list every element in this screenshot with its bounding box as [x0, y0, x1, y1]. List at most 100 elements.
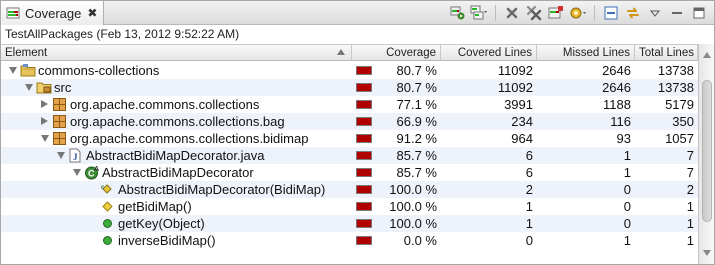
minimize-icon[interactable]	[668, 4, 686, 22]
coverage-value: 85.7 %	[396, 148, 437, 163]
public-method-icon	[100, 233, 116, 248]
table-row[interactable]: org.apache.commons.collections.bag 66.9 …	[1, 113, 698, 130]
expand-arrow-icon[interactable]	[41, 117, 48, 125]
covered-lines-value: 234	[511, 114, 533, 129]
table-row[interactable]: c AbstractBidiMapDecorator(BidiMap) 100.…	[1, 181, 698, 198]
missed-lines-value: 0	[623, 199, 631, 214]
relaunch-icon[interactable]	[448, 4, 466, 22]
package-icon	[52, 97, 68, 112]
total-lines-value: 1057	[665, 131, 694, 146]
coverage-icon	[6, 6, 20, 20]
missed-lines-value: 2646	[602, 63, 631, 78]
coverage-tab[interactable]: Coverage ✖	[1, 1, 104, 25]
scrollbar-thumb[interactable]	[702, 80, 712, 222]
total-lines-value: 2	[686, 182, 694, 197]
table-row[interactable]: getKey(Object) 100.0 % 1 0 1	[1, 215, 698, 232]
coverage-value: 0.0 %	[403, 233, 437, 248]
element-label: getKey(Object)	[118, 216, 205, 231]
close-icon[interactable]: ✖	[87, 6, 97, 20]
covered-lines-value: 2	[525, 182, 533, 197]
table-row[interactable]: org.apache.commons.collections 77.1 % 39…	[1, 96, 698, 113]
column-header-coverage[interactable]: Coverage	[352, 45, 441, 61]
table-row[interactable]: J AbstractBidiMapDecorator.java 85.7 % 6…	[1, 147, 698, 164]
missed-lines-value: 1188	[603, 97, 631, 112]
table-row[interactable]: CA AbstractBidiMapDecorator 85.7 % 6 1 7	[1, 164, 698, 181]
public-method-icon	[100, 216, 116, 231]
covered-lines-value: 11092	[497, 63, 533, 78]
svg-text:A: A	[94, 166, 99, 173]
missed-lines-value: 116	[610, 114, 631, 129]
element-label: getBidiMap()	[118, 199, 192, 214]
dump-execution-data-icon[interactable]	[547, 4, 565, 22]
coverage-bar	[356, 151, 372, 160]
missed-lines-value: 2646	[602, 80, 631, 95]
column-header-missed-lines[interactable]: Missed Lines	[537, 45, 635, 61]
missed-lines-value: 0	[623, 216, 631, 231]
expand-arrow-icon[interactable]	[57, 152, 65, 159]
column-header-element-label: Element	[5, 47, 48, 59]
element-label: AbstractBidiMapDecorator.java	[86, 148, 265, 163]
coverage-bar	[356, 117, 372, 126]
sort-ascending-icon	[337, 49, 345, 55]
column-header-covered-lines[interactable]: Covered Lines	[441, 45, 537, 61]
coverage-value: 80.7 %	[396, 80, 437, 95]
table-row[interactable]: commons-collections 80.7 % 11092 2646 13…	[1, 62, 698, 79]
column-header-total-lines[interactable]: Total Lines	[635, 45, 698, 61]
missed-lines-value: 93	[616, 131, 631, 146]
covered-lines-value: 6	[525, 148, 533, 163]
coverage-bar	[356, 236, 372, 245]
view-title-bar: Coverage ✖	[1, 1, 714, 25]
element-label: src	[54, 80, 72, 95]
total-lines-value: 7	[686, 165, 694, 180]
column-header-element[interactable]: Element	[1, 45, 352, 61]
scroll-down-icon[interactable]	[703, 250, 711, 256]
select-session-icon[interactable]	[569, 4, 587, 22]
table-header: Element Coverage Covered Lines Missed Li…	[1, 44, 698, 61]
expand-arrow-icon[interactable]	[41, 100, 48, 108]
coverage-bar	[356, 100, 372, 109]
table-row[interactable]: src 80.7 % 11092 2646 13738	[1, 79, 698, 96]
coverage-value: 100.0 %	[389, 216, 437, 231]
expand-arrow-icon[interactable]	[9, 67, 17, 74]
vertical-scrollbar[interactable]	[698, 44, 714, 264]
table-row[interactable]: getBidiMap() 100.0 % 1 0 1	[1, 198, 698, 215]
link-with-selection-icon[interactable]	[624, 4, 642, 22]
view-toolbar	[448, 4, 708, 22]
total-lines-value: 1	[686, 233, 694, 248]
svg-text:J: J	[73, 152, 78, 162]
coverage-value: 100.0 %	[389, 199, 437, 214]
table-row[interactable]: org.apache.commons.collections.bidimap 9…	[1, 130, 698, 147]
java-file-icon: J	[68, 148, 84, 163]
covered-lines-value: 11092	[497, 80, 533, 95]
merge-sessions-icon[interactable]	[470, 4, 488, 22]
covered-lines-value: 0	[525, 233, 533, 248]
coverage-value: 100.0 %	[389, 182, 437, 197]
protected-method-icon	[100, 199, 116, 214]
covered-lines-value: 1	[525, 216, 533, 231]
covered-lines-value: 1	[525, 199, 533, 214]
covered-lines-value: 964	[511, 131, 533, 146]
package-icon	[52, 114, 68, 129]
maximize-icon[interactable]	[690, 4, 708, 22]
missed-lines-value: 1	[623, 165, 631, 180]
element-label: org.apache.commons.collections	[70, 97, 260, 112]
session-label: TestAllPackages (Feb 13, 2012 9:52:22 AM…	[5, 27, 240, 41]
source-folder-icon	[36, 80, 52, 95]
class-icon: CA	[84, 165, 100, 180]
table-row[interactable]: inverseBidiMap() 0.0 % 0 1 1	[1, 232, 698, 249]
expand-arrow-icon[interactable]	[25, 84, 33, 91]
expand-arrow-icon[interactable]	[41, 135, 49, 142]
expand-arrow-icon[interactable]	[73, 169, 81, 176]
total-lines-value: 5179	[665, 97, 694, 112]
missed-lines-value: 1	[623, 148, 631, 163]
missed-lines-value: 0	[623, 182, 631, 197]
collapse-all-icon[interactable]	[602, 4, 620, 22]
view-menu-icon[interactable]	[646, 4, 664, 22]
scroll-up-icon[interactable]	[703, 52, 711, 58]
remove-all-sessions-icon[interactable]	[525, 4, 543, 22]
total-lines-value: 1	[686, 216, 694, 231]
project-icon	[20, 63, 36, 78]
remove-session-icon[interactable]	[503, 4, 521, 22]
element-label: AbstractBidiMapDecorator(BidiMap)	[118, 182, 326, 197]
toolbar-separator	[594, 5, 595, 21]
